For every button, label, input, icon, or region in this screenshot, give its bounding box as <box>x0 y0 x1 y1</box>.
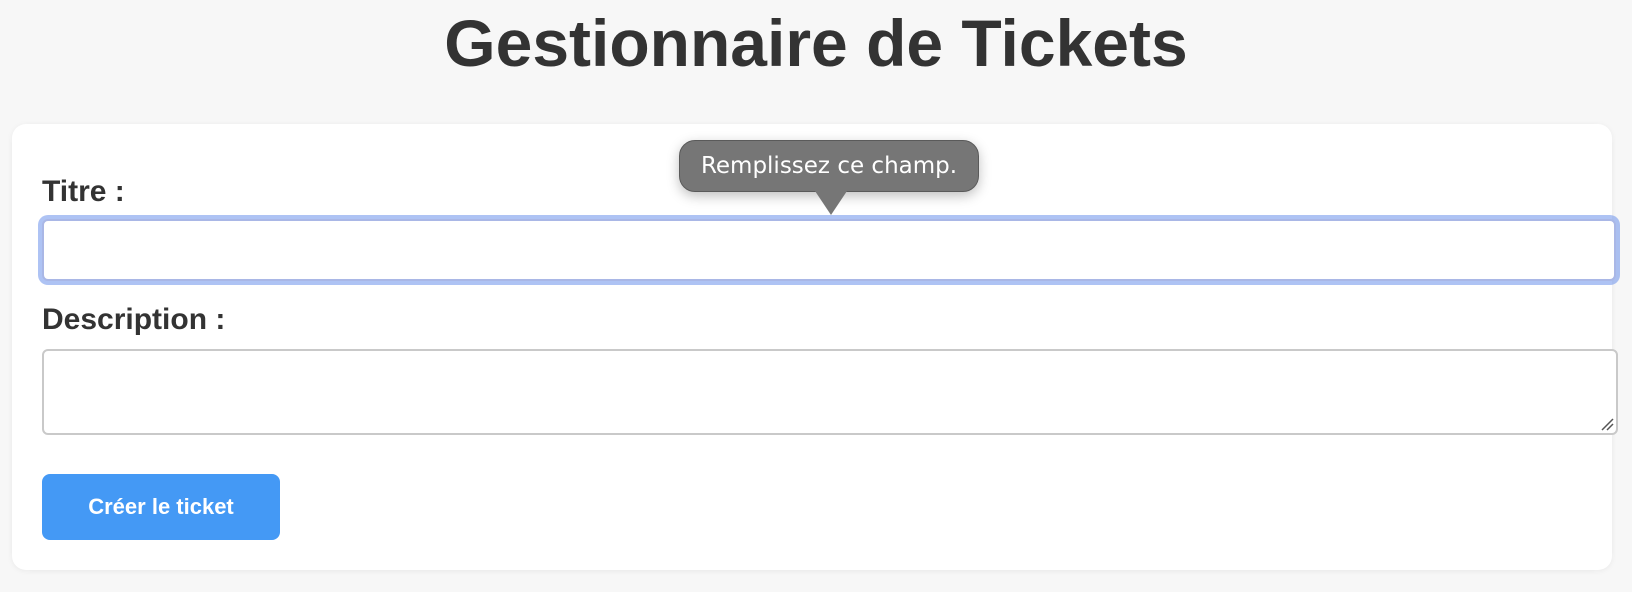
title-input[interactable] <box>42 219 1616 281</box>
validation-tooltip-arrow <box>815 191 847 215</box>
description-textarea[interactable] <box>42 349 1618 435</box>
create-ticket-button[interactable]: Créer le ticket <box>42 474 280 540</box>
description-label: Description : <box>42 303 226 336</box>
title-label: Titre : <box>42 175 125 208</box>
page-title: Gestionnaire de Tickets <box>444 6 1188 80</box>
resize-grip-icon[interactable] <box>1600 417 1614 431</box>
validation-tooltip: Remplissez ce champ. <box>679 140 979 192</box>
